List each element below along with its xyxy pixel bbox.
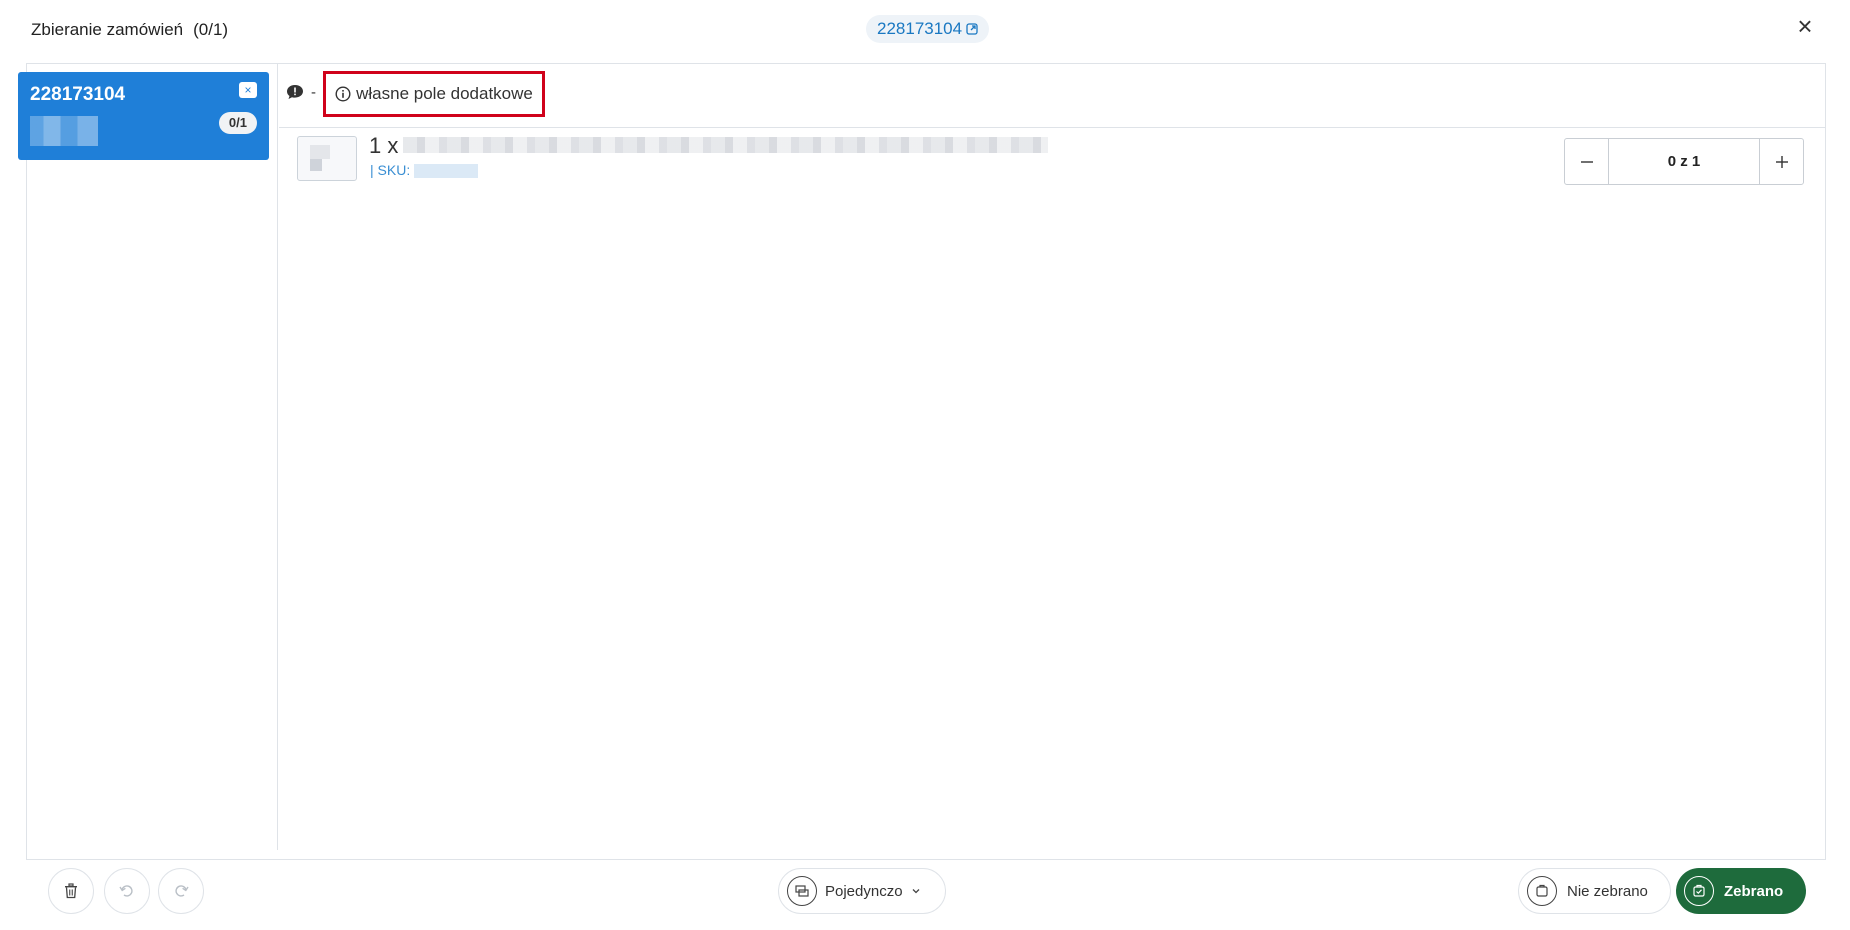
sku-label: | SKU: xyxy=(370,162,411,178)
order-card-remove-icon[interactable]: × xyxy=(239,82,257,98)
external-link-icon xyxy=(966,23,978,35)
order-card[interactable]: 228173104 × 0/1 xyxy=(18,72,269,160)
order-link-chip[interactable]: 228173104 xyxy=(866,15,990,43)
redo-button[interactable] xyxy=(158,868,204,914)
mode-select-button[interactable]: Pojedynczo xyxy=(778,868,946,914)
close-icon[interactable]: × xyxy=(1793,13,1817,39)
thumbnail-pixel xyxy=(310,145,330,159)
redo-icon xyxy=(175,885,189,897)
mode-label: Pojedynczo xyxy=(825,882,903,900)
mode-icon xyxy=(787,876,817,906)
orders-sidebar xyxy=(26,63,278,850)
modal-header: Zbieranie zamówień (0/1) 228173104 × xyxy=(0,0,1850,62)
not-collected-label: Nie zebrano xyxy=(1567,882,1648,900)
comment-icon xyxy=(287,85,303,99)
modal-title-text: Zbieranie zamówień xyxy=(31,20,184,39)
thumbnail-pixel xyxy=(310,159,322,171)
plus-icon xyxy=(1775,155,1788,168)
modal-title-count: (0/1) xyxy=(193,20,229,39)
delete-button[interactable] xyxy=(48,868,94,914)
order-link-label: 228173104 xyxy=(877,19,963,38)
undo-icon xyxy=(119,885,133,897)
box-icon xyxy=(1527,876,1557,906)
sku-value-redacted xyxy=(414,164,478,178)
increment-button[interactable] xyxy=(1759,139,1803,184)
product-name-redacted xyxy=(403,137,1048,153)
order-card-progress-badge: 0/1 xyxy=(218,112,257,134)
order-card-number: 228173104 xyxy=(30,84,126,105)
stepper-value: 0 z 1 xyxy=(1667,153,1701,170)
trash-icon xyxy=(65,883,77,899)
box-check-icon xyxy=(1684,876,1714,906)
order-card-customer-redacted xyxy=(30,116,98,146)
chevron-down-icon xyxy=(912,889,920,894)
collected-label: Zebrano xyxy=(1724,882,1784,900)
quantity-stepper: 0 z 1 xyxy=(1564,138,1804,185)
extra-field-highlight[interactable]: własne pole dodatkowe xyxy=(323,71,545,117)
product-thumbnail xyxy=(297,136,357,181)
item-quantity-prefix: 1 x xyxy=(369,133,399,158)
undo-button[interactable] xyxy=(104,868,150,914)
minus-icon xyxy=(1580,160,1593,163)
extra-field-label: własne pole dodatkowe xyxy=(356,84,533,103)
comment-value: - xyxy=(311,84,316,101)
not-collected-button[interactable]: Nie zebrano xyxy=(1518,868,1671,914)
collected-button[interactable]: Zebrano xyxy=(1676,868,1806,914)
info-icon xyxy=(335,86,351,102)
modal-title: Zbieranie zamówień (0/1) xyxy=(31,20,228,40)
decrement-button[interactable] xyxy=(1565,139,1609,184)
